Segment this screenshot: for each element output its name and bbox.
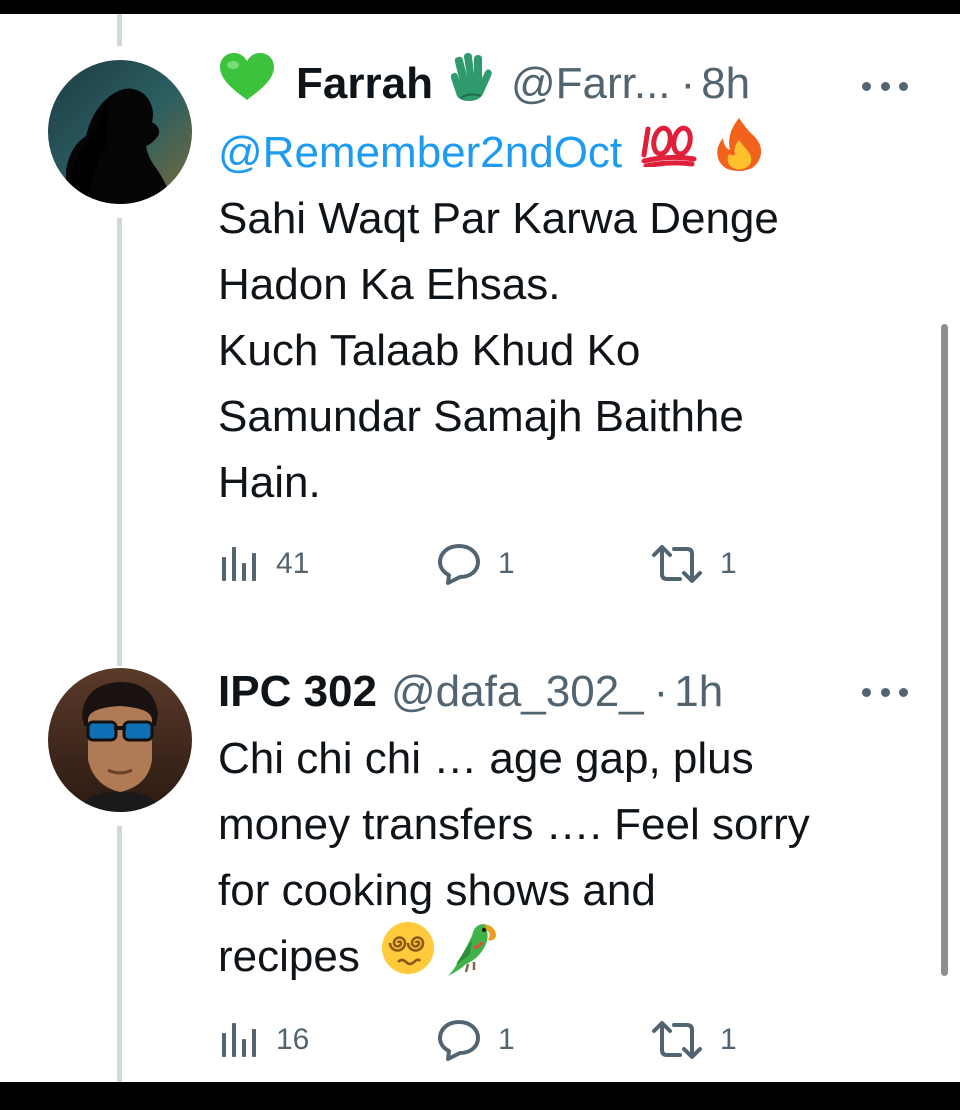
separator-dot: · bbox=[653, 667, 669, 716]
retweet-button[interactable]: 1 bbox=[650, 1018, 737, 1062]
retweet-icon bbox=[652, 1021, 702, 1059]
views-count: 41 bbox=[276, 547, 310, 580]
reply-count: 1 bbox=[498, 547, 515, 580]
reply-button[interactable]: 1 bbox=[436, 1018, 515, 1062]
more-dot-icon bbox=[862, 81, 871, 91]
tweet-text-line: money transfers …. Feel sorry bbox=[218, 800, 810, 849]
user-handle[interactable]: @Farr... bbox=[511, 56, 671, 112]
tweet-actions: 41 1 1 bbox=[218, 542, 778, 586]
avatar[interactable] bbox=[48, 668, 192, 812]
views-icon bbox=[222, 547, 256, 581]
avatar[interactable] bbox=[48, 60, 192, 204]
user-handle[interactable]: @dafa_302_ bbox=[391, 664, 644, 720]
tweet-text-line: recipes bbox=[218, 932, 360, 981]
more-options-button[interactable] bbox=[862, 76, 908, 96]
mention-line: @Remember2ndOct bbox=[218, 117, 938, 186]
retweet-button[interactable]: 1 bbox=[650, 542, 737, 586]
views-count: 16 bbox=[276, 1023, 310, 1056]
waving-hand-icon bbox=[447, 52, 493, 116]
man-sunglasses-avatar-image bbox=[48, 668, 192, 812]
reply-icon bbox=[438, 1020, 480, 1061]
reply-thread-screen: Farrah @Farr... · 8h @Remember2ndOct Sah… bbox=[0, 14, 960, 1082]
tweet-body: Chi chi chi … age gap, plus money transf… bbox=[218, 726, 938, 990]
silhouette-avatar-image bbox=[48, 60, 192, 204]
timestamp[interactable]: 8h bbox=[701, 56, 750, 112]
tweet-text-line: Hain. bbox=[218, 458, 321, 507]
more-dot-icon bbox=[880, 81, 890, 91]
tweet-text-line: Kuch Talaab Khud Ko bbox=[218, 326, 641, 375]
dizzy-face-icon bbox=[380, 920, 436, 995]
green-heart-icon bbox=[218, 52, 276, 116]
display-name[interactable]: Farrah bbox=[296, 56, 433, 112]
views-button[interactable]: 16 bbox=[220, 1018, 309, 1062]
tweet-header: Farrah @Farr... · 8h bbox=[218, 53, 750, 112]
tweet-body: @Remember2ndOct Sahi Waqt Par Karwa Deng… bbox=[218, 117, 938, 516]
retweet-count: 1 bbox=[720, 547, 737, 580]
tweet-text-line: Chi chi chi … age gap, plus bbox=[218, 734, 754, 783]
retweet-icon bbox=[652, 545, 702, 583]
reply-count: 1 bbox=[498, 1023, 515, 1056]
more-dot-icon bbox=[899, 687, 908, 697]
views-icon bbox=[222, 1023, 256, 1057]
hundred-points-icon bbox=[640, 120, 698, 186]
display-name[interactable]: IPC 302 bbox=[218, 664, 377, 720]
tweet-text-line: Hadon Ka Ehsas. bbox=[218, 260, 561, 309]
mention-link[interactable]: @Remember2ndOct bbox=[218, 120, 622, 186]
separator-dot: · bbox=[680, 59, 696, 108]
tweet-actions: 16 1 1 bbox=[218, 1018, 778, 1062]
scrollbar[interactable] bbox=[941, 324, 948, 976]
thread-line-middle bbox=[117, 218, 122, 666]
more-dot-icon bbox=[862, 687, 871, 697]
reply-icon bbox=[438, 544, 480, 585]
views-button[interactable]: 41 bbox=[220, 542, 309, 586]
thread-line-top bbox=[117, 14, 122, 46]
tweet-text-line: for cooking shows and bbox=[218, 866, 656, 915]
more-dot-icon bbox=[899, 81, 908, 91]
thread-line-bottom bbox=[117, 826, 122, 1082]
timestamp[interactable]: 1h bbox=[674, 664, 723, 720]
tweet-header: IPC 302 @dafa_302_ · 1h bbox=[218, 664, 723, 720]
fire-icon bbox=[714, 116, 764, 191]
tweet-text-line: Sahi Waqt Par Karwa Denge bbox=[218, 194, 779, 243]
more-options-button[interactable] bbox=[862, 682, 908, 702]
retweet-count: 1 bbox=[720, 1023, 737, 1056]
parrot-icon bbox=[444, 918, 504, 997]
reply-button[interactable]: 1 bbox=[436, 542, 515, 586]
tweet-last-line: recipes bbox=[218, 921, 938, 990]
more-dot-icon bbox=[880, 687, 890, 697]
tweet-text-line: Samundar Samajh Baithhe bbox=[218, 392, 744, 441]
